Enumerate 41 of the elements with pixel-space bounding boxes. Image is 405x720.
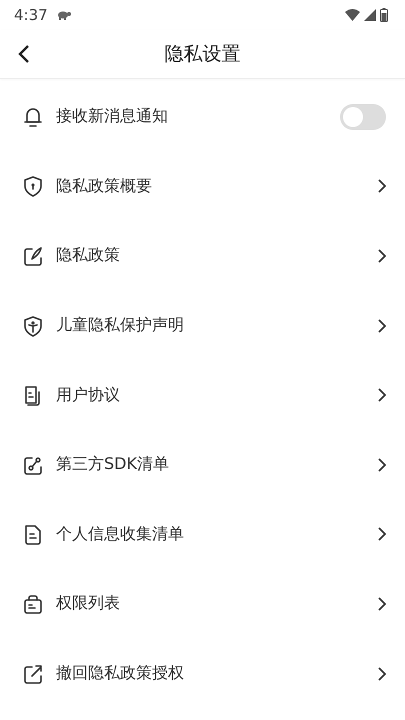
status-time: 4:37 xyxy=(14,6,48,24)
signal-icon xyxy=(364,9,376,21)
settings-row[interactable]: 隐私政策 xyxy=(0,221,405,291)
row-label: 第三方SDK清单 xyxy=(56,454,170,476)
chevron-icon xyxy=(378,527,386,542)
chevron-icon xyxy=(378,318,386,333)
settings-row[interactable]: 隐私政策概要 xyxy=(0,152,405,222)
row-label: 接收新消息通知 xyxy=(56,106,169,128)
chevron-icon xyxy=(378,666,386,681)
chevron-icon xyxy=(378,388,386,402)
shield-icon xyxy=(22,175,44,198)
row-label: 个人信息收集清单 xyxy=(56,524,185,545)
settings-row[interactable]: 权限列表 xyxy=(0,569,405,639)
chevron-icon xyxy=(378,179,386,194)
row-label: 儿童隐私保护声明 xyxy=(56,315,185,336)
settings-row[interactable]: 儿童隐私保护声明 xyxy=(0,290,405,360)
page-title: 隐私设置 xyxy=(164,42,240,67)
toggle-switch[interactable] xyxy=(340,104,386,130)
bag-icon xyxy=(22,592,44,615)
settings-row[interactable]: 撤回隐私政策授权 xyxy=(0,638,405,708)
chevron-icon xyxy=(378,248,386,263)
row-label: 隐私政策 xyxy=(56,245,121,266)
settings-row[interactable]: 个人信息收集清单 xyxy=(0,500,405,570)
share-icon xyxy=(22,662,44,685)
chevron-icon xyxy=(378,458,386,472)
turtle-icon xyxy=(56,10,72,20)
file-icon xyxy=(22,523,44,546)
row-label: 撤回隐私政策授权 xyxy=(56,663,185,684)
row-label: 隐私政策概要 xyxy=(56,176,153,197)
chevron-icon xyxy=(378,596,386,611)
settings-row[interactable]: 第三方SDK清单 xyxy=(0,430,405,500)
bell-icon xyxy=(22,106,44,128)
battery-icon xyxy=(380,8,388,22)
wifi-icon xyxy=(345,9,360,21)
back-icon[interactable] xyxy=(18,44,30,64)
settings-row[interactable]: 接收新消息通知 xyxy=(0,82,405,152)
edit-icon xyxy=(22,244,44,267)
row-label: 权限列表 xyxy=(56,593,121,614)
settings-row[interactable]: 用户协议 xyxy=(0,360,405,430)
row-label: 用户协议 xyxy=(56,384,121,406)
child-shield-icon xyxy=(22,314,44,337)
